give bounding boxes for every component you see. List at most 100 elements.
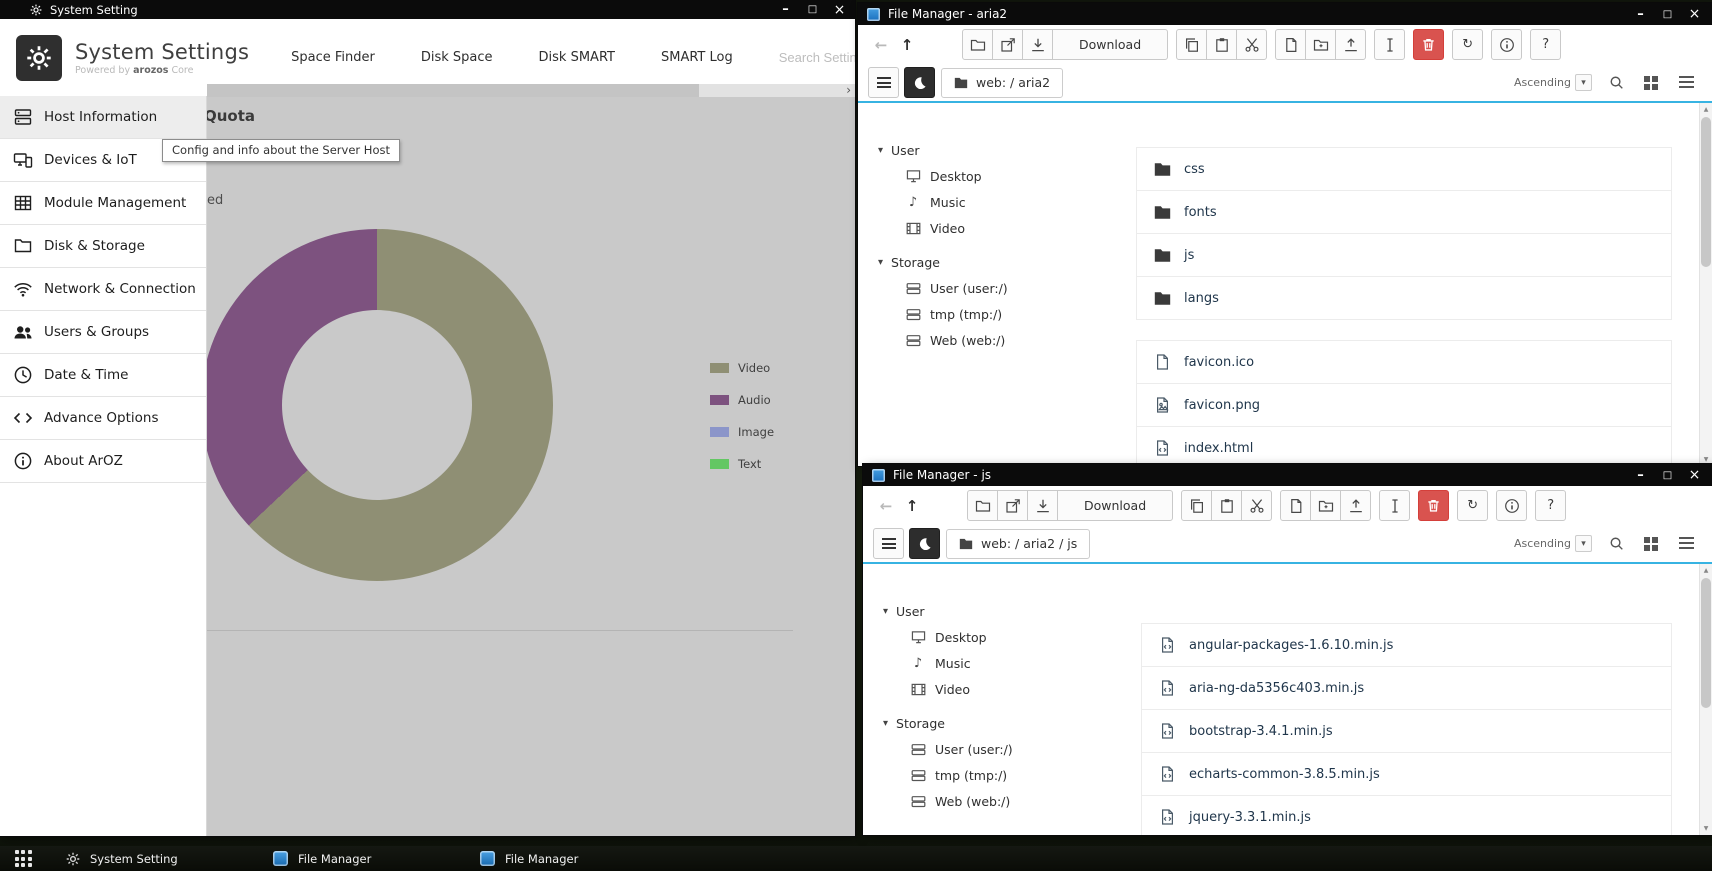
file-row[interactable]: jquery-3.3.1.min.js (1141, 795, 1672, 835)
sidebar-item-date-time[interactable]: Date & Time (0, 354, 206, 397)
scrollbar-thumb[interactable] (1701, 117, 1711, 267)
download-icon-button[interactable] (1022, 29, 1053, 60)
open-in-new-button[interactable] (992, 29, 1023, 60)
sidebar-item-network-connection[interactable]: Network & Connection (0, 268, 206, 311)
tab-disk-smart[interactable]: Disk SMART (539, 50, 615, 65)
scroll-up-icon[interactable]: ▲ (1700, 567, 1712, 574)
scrollbar[interactable]: ▲ ▼ (1699, 564, 1712, 835)
search-button[interactable] (1605, 72, 1627, 94)
minimize-button[interactable]: – (1627, 468, 1654, 483)
sidebar-item-advance-options[interactable]: Advance Options (0, 397, 206, 440)
taskbar-item-file-manager-1[interactable]: File Manager (253, 846, 460, 871)
file-row[interactable]: echarts-common-3.8.5.min.js (1141, 752, 1672, 796)
taskbar-item-system-setting[interactable]: System Setting (46, 846, 253, 871)
folder-row[interactable]: fonts (1136, 190, 1672, 234)
dark-mode-toggle[interactable] (909, 528, 940, 559)
sidebar-item-about-aroz[interactable]: About ArOZ (0, 440, 206, 483)
info-button[interactable] (1496, 490, 1527, 521)
back-button[interactable]: ← (873, 491, 899, 521)
paste-button[interactable] (1206, 29, 1237, 60)
system-setting-titlebar[interactable]: System Setting – □ × (0, 0, 855, 19)
download-button[interactable]: Download (1057, 490, 1173, 521)
file-row[interactable]: aria-ng-da5356c403.min.js (1141, 666, 1672, 710)
scrollbar-thumb[interactable] (207, 84, 699, 97)
sidebar-item-users-groups[interactable]: Users & Groups (0, 311, 206, 354)
sidebar-item-module-management[interactable]: Module Management (0, 182, 206, 225)
maximize-button[interactable]: □ (799, 4, 826, 15)
file-manager-titlebar[interactable]: File Manager - js – □ × (863, 464, 1712, 486)
folder-row[interactable]: langs (1136, 276, 1672, 320)
download-icon-button[interactable] (1027, 490, 1058, 521)
sort-order-dropdown[interactable]: Ascending ▾ (1514, 74, 1592, 91)
grid-view-button[interactable] (1640, 72, 1662, 94)
scrollbar-thumb[interactable] (1701, 578, 1711, 708)
search-button[interactable] (1605, 533, 1627, 555)
close-button[interactable]: × (826, 2, 853, 18)
file-row[interactable]: bootstrap-3.4.1.min.js (1141, 709, 1672, 753)
search-input[interactable] (779, 50, 855, 65)
back-button[interactable]: ← (868, 30, 894, 60)
copy-button[interactable] (1181, 490, 1212, 521)
tab-disk-space[interactable]: Disk Space (421, 50, 493, 65)
scrollbar[interactable]: ▲ ▼ (1699, 103, 1712, 466)
tree-item-desktop[interactable]: Desktop (878, 163, 1130, 189)
tree-item-web-drive[interactable]: Web (web:/) (883, 788, 1135, 814)
minimize-button[interactable]: – (772, 2, 799, 17)
tree-item-tmp-drive[interactable]: tmp (tmp:/) (878, 301, 1130, 327)
dark-mode-toggle[interactable] (904, 67, 935, 98)
breadcrumb[interactable]: web: / aria2 (941, 68, 1063, 98)
close-button[interactable]: × (1681, 467, 1708, 483)
tree-item-user-drive[interactable]: User (user:/) (883, 736, 1135, 762)
rename-button[interactable] (1374, 29, 1405, 60)
up-button[interactable]: ↑ (899, 491, 925, 521)
menu-button[interactable] (873, 528, 904, 559)
folder-row[interactable]: css (1136, 147, 1672, 191)
tree-section-user[interactable]: ▾ User (883, 598, 1135, 624)
tree-item-video[interactable]: Video (883, 676, 1135, 702)
cut-button[interactable] (1236, 29, 1267, 60)
cut-button[interactable] (1241, 490, 1272, 521)
sidebar-item-disk-storage[interactable]: Disk & Storage (0, 225, 206, 268)
new-folder-button[interactable] (1310, 490, 1341, 521)
tab-smart-log[interactable]: SMART Log (661, 50, 733, 65)
open-in-new-button[interactable] (997, 490, 1028, 521)
download-button[interactable]: Download (1052, 29, 1168, 60)
help-button[interactable]: ? (1535, 490, 1566, 521)
file-row[interactable]: favicon.ico (1136, 340, 1672, 384)
folder-row[interactable]: js (1136, 233, 1672, 277)
help-button[interactable]: ? (1530, 29, 1561, 60)
upload-button[interactable] (1335, 29, 1366, 60)
up-button[interactable]: ↑ (894, 30, 920, 60)
list-view-button[interactable] (1675, 533, 1697, 555)
grid-view-button[interactable] (1640, 533, 1662, 555)
tab-space-finder[interactable]: Space Finder (291, 50, 375, 65)
file-row[interactable]: angular-packages-1.6.10.min.js (1141, 623, 1672, 667)
scroll-down-icon[interactable]: ▼ (1700, 456, 1712, 463)
open-folder-button[interactable] (962, 29, 993, 60)
delete-button[interactable] (1413, 29, 1444, 60)
sidebar-item-host-information[interactable]: Host Information (0, 96, 206, 139)
minimize-button[interactable]: – (1627, 7, 1654, 22)
refresh-button[interactable]: ↻ (1452, 29, 1483, 60)
sort-order-dropdown[interactable]: Ascending ▾ (1514, 535, 1592, 552)
upload-button[interactable] (1340, 490, 1371, 521)
tree-item-web-drive[interactable]: Web (web:/) (878, 327, 1130, 353)
app-menu-button[interactable] (0, 846, 46, 871)
file-row[interactable]: index.html (1136, 426, 1672, 466)
new-file-button[interactable] (1280, 490, 1311, 521)
maximize-button[interactable]: □ (1654, 470, 1681, 481)
breadcrumb[interactable]: web: / aria2 / js (946, 529, 1090, 559)
new-folder-button[interactable] (1305, 29, 1336, 60)
delete-button[interactable] (1418, 490, 1449, 521)
tree-section-storage[interactable]: ▾ Storage (878, 249, 1130, 275)
tree-item-video[interactable]: Video (878, 215, 1130, 241)
scroll-right-icon[interactable]: › (846, 84, 851, 97)
tree-item-tmp-drive[interactable]: tmp (tmp:/) (883, 762, 1135, 788)
tree-section-storage[interactable]: ▾ Storage (883, 710, 1135, 736)
menu-button[interactable] (868, 67, 899, 98)
paste-button[interactable] (1211, 490, 1242, 521)
tree-item-user-drive[interactable]: User (user:/) (878, 275, 1130, 301)
maximize-button[interactable]: □ (1654, 9, 1681, 20)
info-button[interactable] (1491, 29, 1522, 60)
rename-button[interactable] (1379, 490, 1410, 521)
